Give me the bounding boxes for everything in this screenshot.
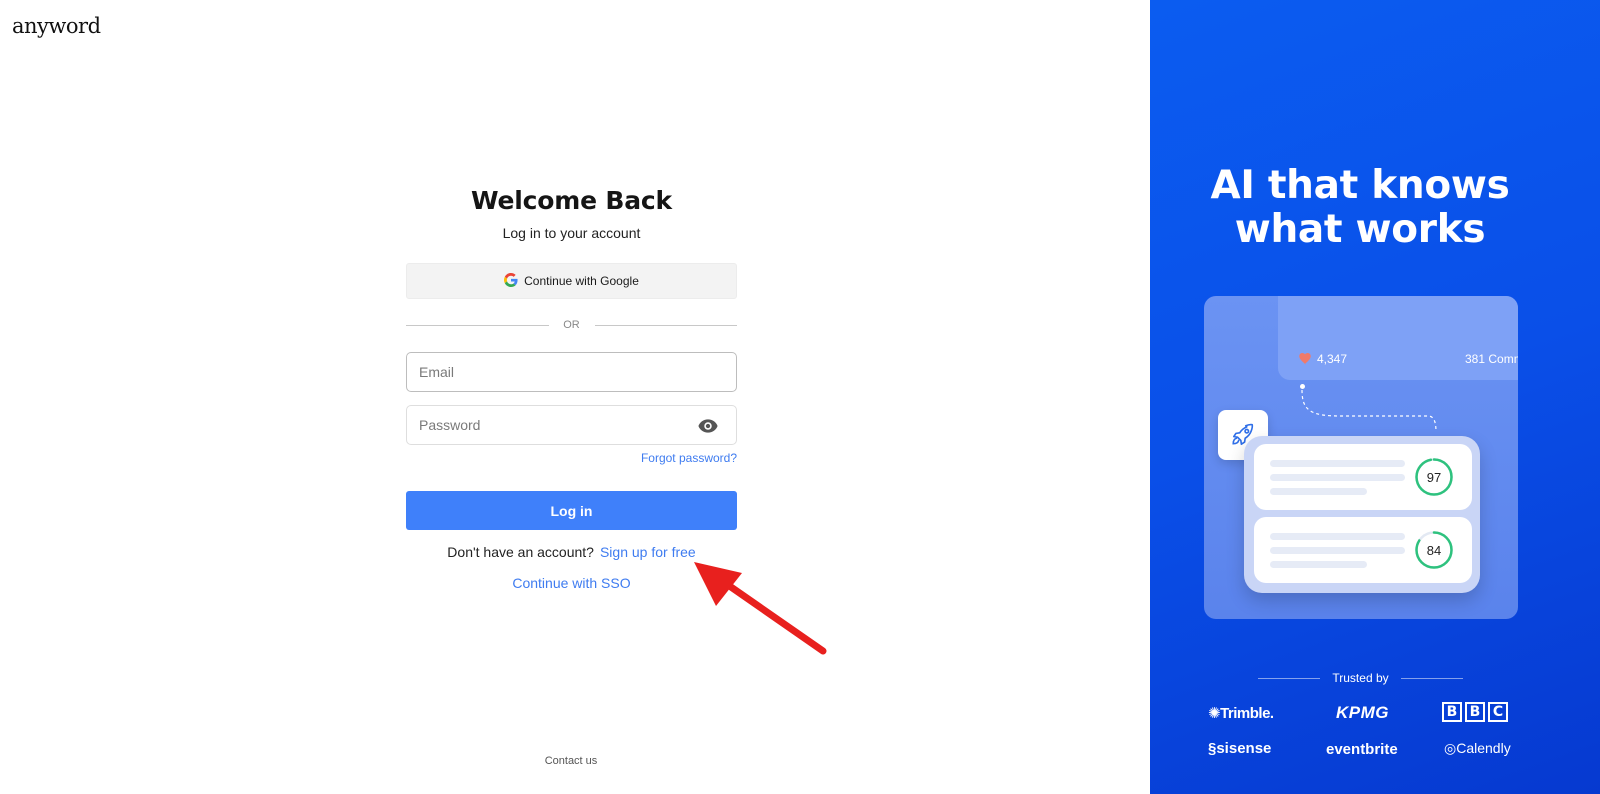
or-label: OR (563, 319, 580, 331)
password-field[interactable] (407, 406, 736, 444)
divider-line (406, 324, 549, 326)
score-card: 97 (1254, 444, 1472, 510)
headline-line-2: what works (1234, 207, 1486, 252)
login-pane: anyword Welcome Back Log in to your acco… (0, 0, 1150, 794)
eventbrite-logo: eventbrite (1326, 741, 1398, 758)
or-divider: OR (406, 319, 737, 331)
trusted-by-label: Trusted by (1332, 671, 1389, 685)
placeholder-bar (1270, 533, 1405, 540)
score-card: 84 (1254, 517, 1472, 583)
login-button[interactable]: Log in (406, 491, 737, 530)
divider-line (1400, 677, 1463, 679)
headline-line-1: AI that knows (1210, 163, 1510, 208)
google-icon (504, 272, 518, 290)
calendly-logo: ◎Calendly (1444, 740, 1511, 757)
placeholder-bar (1270, 460, 1405, 467)
promo-illustration: 4,347 381 Comm 97 84 (1204, 296, 1518, 619)
calendly-logo-text: Calendly (1456, 740, 1511, 756)
trusted-by-divider: Trusted by (1258, 671, 1463, 685)
trimble-globe-icon: ✺ (1208, 705, 1221, 722)
score-cards-stack: 97 84 (1244, 436, 1480, 593)
show-password-eye-icon[interactable] (698, 418, 718, 434)
page-title: Welcome Back (471, 186, 672, 215)
placeholder-bar (1270, 474, 1405, 481)
no-account-text: Don't have an account? (447, 544, 594, 560)
sso-link[interactable]: Continue with SSO (406, 575, 737, 591)
sisense-logo: §sisense (1208, 740, 1271, 757)
comments-count: 381 Comm (1465, 352, 1518, 366)
sisense-logo-text: sisense (1216, 740, 1272, 757)
kpmg-logo: KPMG (1336, 703, 1389, 722)
password-field-wrapper (406, 405, 737, 445)
signup-link[interactable]: Sign up for free (600, 544, 696, 560)
placeholder-bar (1270, 561, 1367, 568)
trimble-logo: ✺Trimble. (1208, 704, 1274, 722)
placeholder-bar (1270, 488, 1367, 495)
page-subtitle: Log in to your account (502, 225, 641, 241)
google-button-label: Continue with Google (524, 274, 639, 288)
bbc-logo: B B C (1442, 702, 1508, 722)
bbc-block-c: C (1488, 702, 1508, 722)
email-field-wrapper (406, 352, 737, 392)
trimble-logo-text: Trimble. (1220, 705, 1274, 722)
likes-count: 4,347 (1298, 352, 1347, 366)
bbc-block-b: B (1442, 702, 1462, 722)
login-form: Welcome Back Log in to your account Cont… (406, 186, 737, 591)
placeholder-bar (1270, 547, 1405, 554)
contact-us-link[interactable]: Contact us (0, 755, 1142, 767)
promo-headline: AI that knows what works (1150, 164, 1570, 252)
promo-pane: AI that knows what works 4,347 381 Comm (1150, 0, 1600, 794)
divider-line (1258, 677, 1321, 679)
google-signin-button[interactable]: Continue with Google (406, 263, 737, 299)
signup-row: Don't have an account? Sign up for free (406, 544, 737, 560)
score-value: 84 (1426, 542, 1442, 558)
red-arrow-icon (694, 562, 827, 655)
email-field[interactable] (407, 353, 736, 391)
anyword-logo[interactable]: anyword (12, 14, 101, 38)
score-value: 97 (1426, 469, 1442, 485)
calendly-icon: ◎ (1444, 740, 1457, 756)
heart-icon (1299, 353, 1311, 365)
divider-line (594, 324, 737, 326)
forgot-password-link[interactable]: Forgot password? (406, 451, 737, 465)
social-stats-card: 4,347 381 Comm (1278, 296, 1518, 380)
likes-value: 4,347 (1317, 352, 1348, 366)
bbc-block-b: B (1465, 702, 1485, 722)
